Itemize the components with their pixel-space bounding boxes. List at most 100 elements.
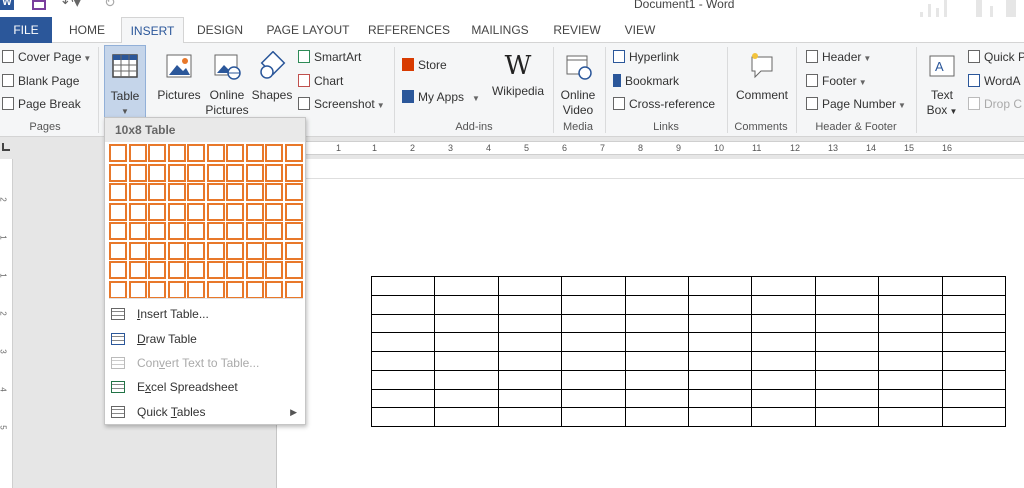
table-cell[interactable] — [434, 332, 499, 352]
grid-cell[interactable] — [128, 280, 147, 299]
page-break-button[interactable]: Page Break — [2, 94, 81, 114]
table-cell[interactable] — [751, 388, 816, 409]
grid-cell[interactable] — [128, 144, 147, 162]
table-cell[interactable] — [814, 369, 880, 390]
grid-cell[interactable] — [245, 202, 264, 221]
table-cell[interactable] — [941, 332, 1006, 352]
grid-cell[interactable] — [245, 261, 264, 279]
grid-cell[interactable] — [284, 261, 303, 279]
table-cell[interactable] — [941, 276, 1006, 296]
hyperlink-button[interactable]: Hyperlink — [613, 47, 679, 67]
online-pictures-button[interactable]: Online Pictures — [204, 51, 250, 118]
grid-cell[interactable] — [284, 222, 303, 240]
grid-cell[interactable] — [265, 222, 283, 240]
grid-cell[interactable] — [128, 183, 147, 201]
grid-cell[interactable] — [226, 222, 244, 240]
insert-table-item[interactable]: Insert Table... — [111, 303, 301, 325]
table-cell[interactable] — [497, 407, 563, 427]
grid-cell[interactable] — [284, 183, 303, 201]
grid-cell[interactable] — [206, 202, 225, 221]
grid-cell[interactable] — [187, 144, 205, 162]
table-cell[interactable] — [370, 294, 436, 315]
pictures-button[interactable]: Pictures — [156, 51, 202, 103]
grid-cell[interactable] — [206, 241, 225, 260]
table-cell[interactable] — [941, 369, 1006, 390]
grid-cell[interactable] — [128, 202, 147, 221]
table-grid-picker[interactable] — [109, 144, 303, 299]
online-video-button[interactable]: Online Video — [557, 51, 599, 118]
grid-cell[interactable] — [226, 261, 244, 279]
wikipedia-button[interactable]: W Wikipedia — [488, 51, 548, 99]
table-cell[interactable] — [370, 276, 436, 296]
redo-icon[interactable]: ↻ — [104, 0, 116, 11]
table-cell[interactable] — [561, 313, 626, 334]
tab-selector-icon[interactable] — [2, 143, 10, 151]
grid-cell[interactable] — [148, 163, 166, 182]
table-cell[interactable] — [751, 332, 816, 352]
excel-spreadsheet-item[interactable]: Excel Spreadsheet — [111, 376, 301, 398]
table-cell[interactable] — [624, 388, 689, 409]
blank-page-button[interactable]: Blank Page — [2, 71, 79, 91]
grid-cell[interactable] — [187, 183, 205, 201]
grid-cell[interactable] — [187, 202, 205, 221]
table-cell[interactable] — [624, 294, 689, 315]
table-cell[interactable] — [751, 313, 816, 334]
table-cell[interactable] — [941, 294, 1006, 315]
table-cell[interactable] — [687, 294, 753, 315]
grid-cell[interactable] — [284, 202, 303, 221]
grid-cell[interactable] — [226, 163, 244, 182]
quick-tables-item[interactable]: Quick Tables ▶ — [111, 401, 301, 423]
shapes-button[interactable]: Shapes — [250, 50, 294, 103]
table-cell[interactable] — [687, 407, 753, 427]
table-cell[interactable] — [434, 407, 499, 427]
table-cell[interactable] — [497, 369, 563, 390]
page-number-button[interactable]: Page Number ▼ — [806, 94, 906, 114]
table-cell[interactable] — [370, 351, 436, 371]
table-cell[interactable] — [687, 351, 753, 371]
table-cell[interactable] — [561, 369, 626, 390]
grid-cell[interactable] — [265, 183, 283, 201]
smartart-button[interactable]: SmartArt — [298, 47, 361, 67]
grid-cell[interactable] — [226, 241, 244, 260]
grid-cell[interactable] — [265, 144, 283, 162]
grid-cell[interactable] — [167, 183, 186, 201]
table-cell[interactable] — [814, 388, 880, 409]
grid-cell[interactable] — [167, 241, 186, 260]
table-cell[interactable] — [497, 351, 563, 371]
quick-parts-button[interactable]: Quick P — [968, 47, 1024, 67]
grid-cell[interactable] — [148, 183, 166, 201]
table-cell[interactable] — [878, 332, 943, 352]
table-cell[interactable] — [687, 276, 753, 296]
tab-review[interactable]: REVIEW — [546, 17, 608, 43]
table-button[interactable]: Table ▼ — [104, 45, 146, 118]
grid-cell[interactable] — [265, 202, 283, 221]
grid-cell[interactable] — [284, 280, 303, 299]
table-cell[interactable] — [751, 369, 816, 390]
table-cell[interactable] — [687, 332, 753, 352]
grid-cell[interactable] — [148, 241, 166, 260]
grid-cell[interactable] — [245, 280, 264, 299]
grid-cell[interactable] — [206, 163, 225, 182]
grid-cell[interactable] — [109, 280, 127, 299]
table-cell[interactable] — [814, 294, 880, 315]
grid-cell[interactable] — [284, 163, 303, 182]
grid-cell[interactable] — [167, 202, 186, 221]
grid-cell[interactable] — [206, 280, 225, 299]
convert-text-to-table-item[interactable]: Convert Text to Table... — [111, 352, 301, 374]
tab-home[interactable]: HOME — [56, 17, 118, 43]
grid-cell[interactable] — [109, 261, 127, 279]
table-cell[interactable] — [370, 407, 436, 427]
drop-cap-button[interactable]: Drop C — [968, 94, 1022, 114]
table-cell[interactable] — [751, 407, 816, 427]
document-table[interactable] — [370, 276, 1006, 427]
table-cell[interactable] — [624, 276, 689, 296]
grid-cell[interactable] — [206, 261, 225, 279]
table-cell[interactable] — [561, 351, 626, 371]
table-cell[interactable] — [370, 388, 436, 409]
grid-cell[interactable] — [128, 163, 147, 182]
table-cell[interactable] — [370, 369, 436, 390]
table-cell[interactable] — [751, 276, 816, 296]
table-cell[interactable] — [687, 388, 753, 409]
tab-view[interactable]: VIEW — [614, 17, 666, 43]
grid-cell[interactable] — [265, 163, 283, 182]
